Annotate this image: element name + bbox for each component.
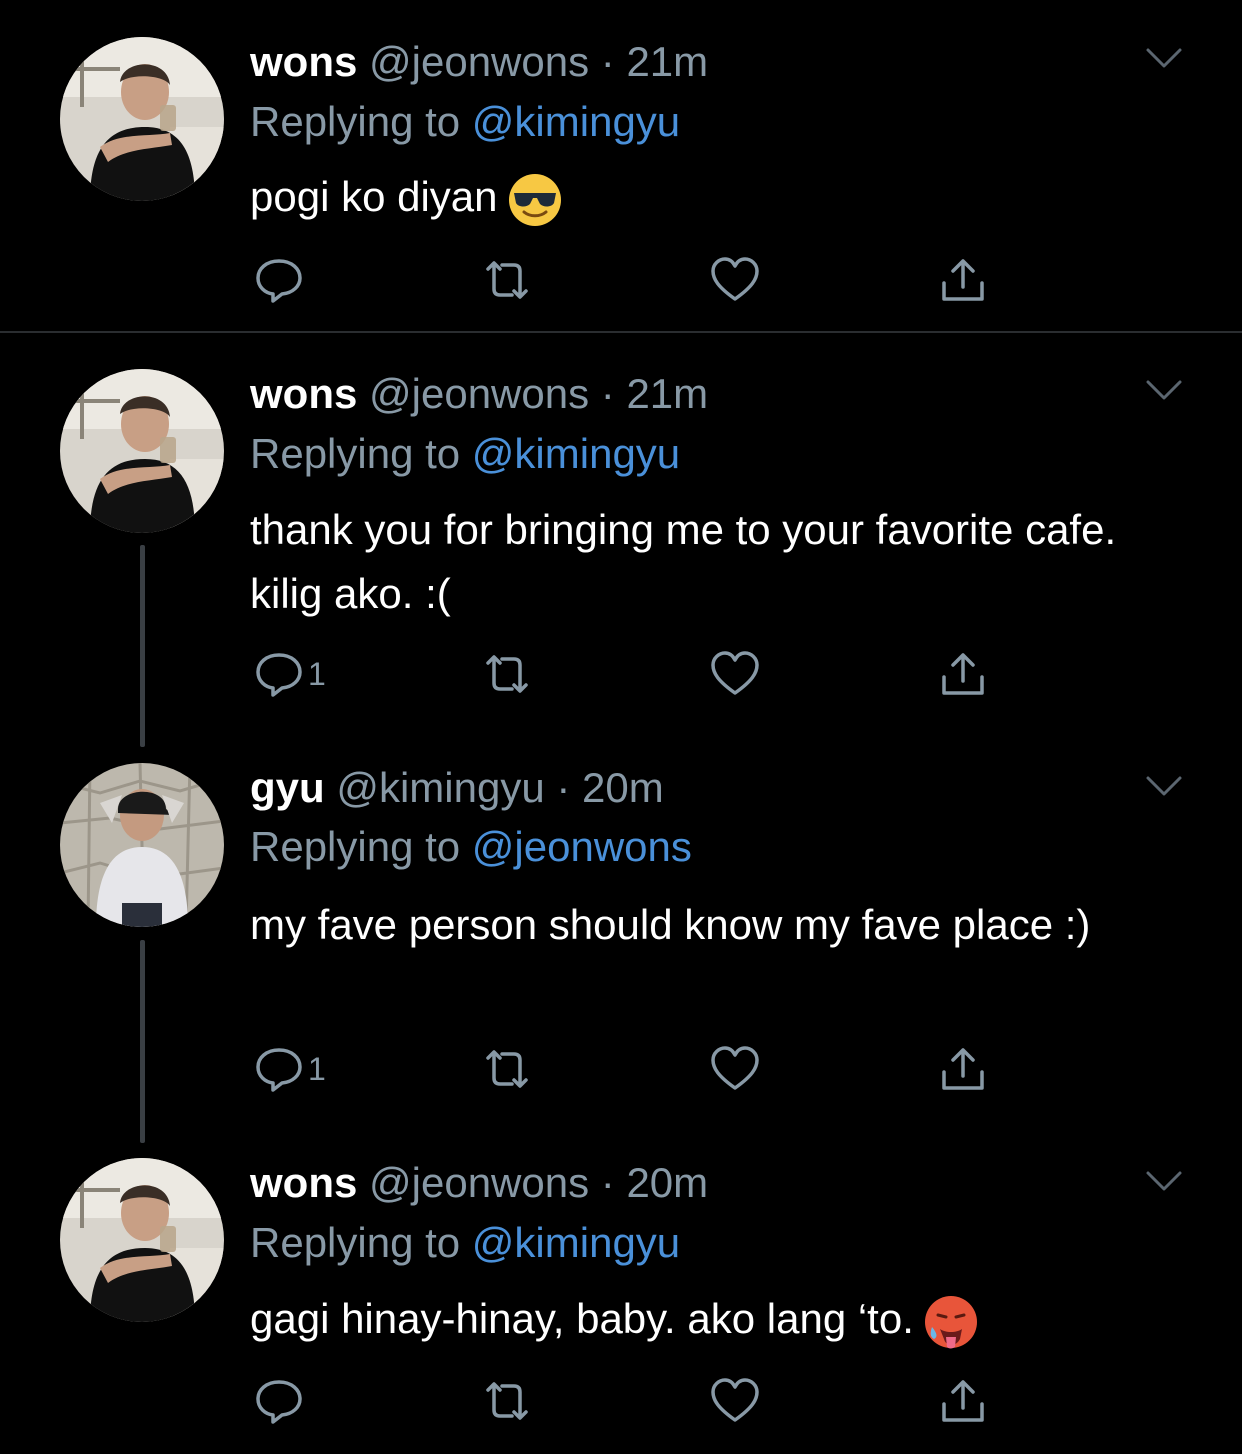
share-icon	[936, 649, 990, 699]
display-name[interactable]: wons	[250, 370, 357, 417]
separator-dot: ·	[600, 1159, 615, 1206]
tweet-text: thank you for bringing me to your favori…	[250, 506, 1117, 617]
timestamp[interactable]: 20m	[582, 764, 664, 811]
reply-icon	[252, 1376, 306, 1426]
tweet[interactable]: wons @jeonwons · 21m Replying to @kiming…	[0, 0, 1242, 332]
mention-link[interactable]: @kimingyu	[472, 1219, 680, 1266]
retweet-icon	[480, 649, 534, 699]
tweet-text-content: gagi hinay-hinay, baby. ako lang ‘to.	[250, 1295, 914, 1342]
reply-button[interactable]	[252, 1373, 308, 1429]
replying-to-label: Replying to	[250, 98, 472, 145]
display-name[interactable]: gyu	[250, 764, 325, 811]
tweet-header: wons @jeonwons · 21m	[250, 370, 708, 418]
replying-to: Replying to @jeonwons	[250, 823, 692, 871]
separator-dot: ·	[556, 764, 571, 811]
share-button[interactable]	[936, 1373, 990, 1429]
reply-button[interactable]	[252, 252, 308, 308]
retweet-icon	[480, 255, 534, 305]
heart-icon	[708, 649, 762, 699]
share-icon	[936, 1376, 990, 1426]
like-button[interactable]	[708, 1373, 762, 1429]
retweet-button[interactable]	[480, 1041, 534, 1097]
separator-dot: ·	[600, 38, 615, 85]
tweet-text: my fave person should know my fave place…	[250, 901, 1091, 948]
like-button[interactable]	[708, 646, 762, 702]
share-button[interactable]	[936, 1041, 990, 1097]
reply-count: 1	[308, 1050, 326, 1087]
tweet[interactable]: wons @jeonwons · 21m Replying to @kiming…	[0, 333, 1242, 733]
tweet-header: wons @jeonwons · 20m	[250, 1159, 708, 1207]
chevron-down-icon[interactable]	[1144, 774, 1184, 798]
retweet-icon	[480, 1376, 534, 1426]
chevron-down-icon[interactable]	[1144, 378, 1184, 402]
separator-dot: ·	[600, 370, 615, 417]
avatar-image	[60, 369, 224, 533]
tweet-text-content: pogi ko diyan	[250, 173, 498, 220]
replying-to-label: Replying to	[250, 823, 472, 870]
avatar[interactable]	[60, 1158, 224, 1322]
share-icon	[936, 1044, 990, 1094]
user-handle[interactable]: @jeonwons	[369, 1159, 589, 1206]
heart-icon	[708, 1044, 762, 1094]
reply-button[interactable]: 1	[252, 1041, 326, 1097]
timestamp[interactable]: 20m	[626, 1159, 708, 1206]
avatar-image	[60, 763, 224, 927]
tweet[interactable]: wons @jeonwons · 20m Replying to @kiming…	[0, 1133, 1242, 1454]
avatar-image	[60, 1158, 224, 1322]
chevron-down-icon[interactable]	[1144, 1169, 1184, 1193]
heart-icon	[708, 1376, 762, 1426]
display-name[interactable]: wons	[250, 1159, 357, 1206]
mention-link[interactable]: @jeonwons	[472, 823, 692, 870]
thread-line	[140, 545, 145, 747]
share-button[interactable]	[936, 646, 990, 702]
avatar-image	[60, 37, 224, 201]
action-bar: 1	[252, 1041, 1012, 1097]
replying-to: Replying to @kimingyu	[250, 1219, 680, 1267]
display-name[interactable]: wons	[250, 38, 357, 85]
action-bar	[252, 252, 1012, 308]
reply-count: 1	[308, 655, 326, 692]
avatar[interactable]	[60, 37, 224, 201]
mention-link[interactable]: @kimingyu	[472, 98, 680, 145]
share-icon	[936, 255, 990, 305]
tweet-header: gyu @kimingyu · 20m	[250, 764, 664, 812]
timestamp[interactable]: 21m	[626, 38, 708, 85]
retweet-button[interactable]	[480, 646, 534, 702]
replying-to: Replying to @kimingyu	[250, 98, 680, 146]
reply-button[interactable]: 1	[252, 646, 326, 702]
user-handle[interactable]: @kimingyu	[336, 764, 544, 811]
timestamp[interactable]: 21m	[626, 370, 708, 417]
smiling-face-with-sunglasses-icon	[506, 171, 564, 229]
retweet-button[interactable]	[480, 1373, 534, 1429]
reply-icon	[252, 649, 306, 699]
retweet-button[interactable]	[480, 252, 534, 308]
replying-to: Replying to @kimingyu	[250, 430, 680, 478]
retweet-icon	[480, 1044, 534, 1094]
user-handle[interactable]: @jeonwons	[369, 370, 589, 417]
mention-link[interactable]: @kimingyu	[472, 430, 680, 477]
hot-face-icon	[922, 1293, 980, 1351]
like-button[interactable]	[708, 252, 762, 308]
user-handle[interactable]: @jeonwons	[369, 38, 589, 85]
reply-icon	[252, 1044, 306, 1094]
like-button[interactable]	[708, 1041, 762, 1097]
replying-to-label: Replying to	[250, 430, 472, 477]
replying-to-label: Replying to	[250, 1219, 472, 1266]
tweet-text: pogi ko diyan	[250, 165, 1180, 229]
action-bar	[252, 1373, 1012, 1429]
action-bar: 1	[252, 646, 1012, 702]
tweet[interactable]: gyu @kimingyu · 20m Replying to @jeonwon…	[0, 733, 1242, 1133]
chevron-down-icon[interactable]	[1144, 46, 1184, 70]
avatar[interactable]	[60, 369, 224, 533]
reply-icon	[252, 255, 306, 305]
avatar[interactable]	[60, 763, 224, 927]
thread-line	[140, 940, 145, 1143]
tweet-header: wons @jeonwons · 21m	[250, 38, 708, 86]
heart-icon	[708, 255, 762, 305]
share-button[interactable]	[936, 252, 990, 308]
tweet-text: gagi hinay-hinay, baby. ako lang ‘to.	[250, 1287, 1180, 1351]
